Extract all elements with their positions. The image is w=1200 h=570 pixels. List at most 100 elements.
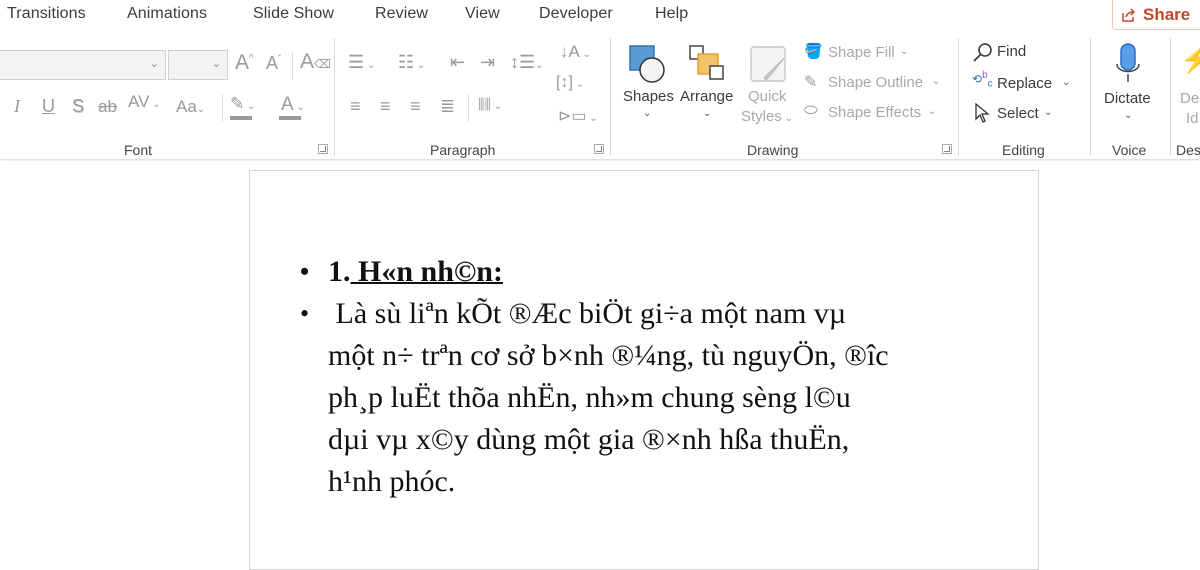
- dictate-button[interactable]: Dictate ⌄: [1098, 38, 1158, 132]
- chevron-down-icon: ⌄: [900, 46, 909, 57]
- tab-developer[interactable]: Developer: [539, 5, 613, 23]
- design-ideas-label-2: Id: [1186, 110, 1199, 127]
- shape-effects-button[interactable]: ⬭ Shape Effects ⌄: [802, 102, 952, 124]
- share-label: Share: [1143, 4, 1191, 24]
- shapes-label: Shapes: [623, 88, 674, 105]
- highlight-color-button[interactable]: ✎ ⌄: [230, 94, 255, 120]
- dictate-label: Dictate: [1104, 90, 1151, 107]
- designer-group-label: Des: [1176, 142, 1200, 158]
- change-case-button[interactable]: Aa⌄: [176, 97, 205, 117]
- underline-button[interactable]: U: [42, 96, 55, 117]
- align-text-button[interactable]: [↕] ⌄: [556, 74, 584, 92]
- line-spacing-button[interactable]: ↕☰⌄: [510, 52, 544, 73]
- find-button[interactable]: Find: [972, 40, 1042, 64]
- drawing-dialog-launcher-icon[interactable]: [942, 144, 952, 154]
- group-separator: [958, 38, 959, 156]
- microphone-icon: [1116, 43, 1140, 82]
- chevron-down-icon: ⌄: [928, 106, 937, 117]
- shape-effects-label: Shape Effects: [828, 104, 922, 121]
- quick-styles-label-2: Styles ⌄: [741, 108, 794, 125]
- shape-outline-label: Shape Outline: [828, 74, 924, 91]
- shadow-button[interactable]: S: [72, 96, 84, 117]
- ribbon: ⌄ ⌄ A^ Aˇ A⌫ I U S ab AV ⌄ Aa⌄ ✎ ⌄ A ⌄ F…: [0, 34, 1200, 160]
- slide[interactable]: 1. H«n nh©n: Là sù liªn kÕt ®Æc biÖt gi÷…: [249, 170, 1039, 570]
- arrange-label: Arrange: [680, 88, 734, 105]
- find-label: Find: [997, 43, 1027, 60]
- menu-bar: Transitions Animations Slide Show Review…: [0, 0, 1200, 34]
- align-left-icon[interactable]: ≡: [350, 96, 361, 117]
- body-bullet: Là sù liªn kÕt ®Æc biÖt gi÷a một nam vµ …: [300, 293, 1000, 503]
- font-dialog-launcher-icon[interactable]: [318, 144, 328, 154]
- editing-group-label: Editing: [1002, 142, 1045, 158]
- group-separator: [1170, 38, 1171, 156]
- convert-smartart-button[interactable]: ⊳▭ ⌄: [558, 106, 598, 126]
- paragraph-dialog-launcher-icon[interactable]: [594, 144, 604, 154]
- character-spacing-button[interactable]: AV ⌄: [128, 92, 161, 112]
- shapes-button[interactable]: Shapes ⌄: [620, 40, 676, 132]
- quick-styles-label: Quick: [748, 88, 787, 105]
- shape-fill-label: Shape Fill: [828, 44, 895, 61]
- design-ideas-label: De: [1180, 90, 1200, 107]
- numbering-icon: ☷: [398, 52, 415, 72]
- body-line: Là sù liªn kÕt ®Æc biÖt gi÷a một nam vµ: [328, 297, 847, 330]
- increase-indent-icon[interactable]: ⇥: [480, 52, 495, 73]
- chevron-down-icon: ⌄: [1062, 77, 1071, 88]
- arrange-button[interactable]: Arrange ⌄: [678, 40, 738, 132]
- heading-text: H«n nh©n:: [350, 255, 503, 288]
- cursor-arrow-icon: [975, 103, 990, 123]
- font-size-combo[interactable]: ⌄: [168, 50, 228, 80]
- chevron-down-icon: ⌄: [211, 57, 221, 70]
- line-spacing-icon: ↕☰: [510, 52, 536, 72]
- tab-view[interactable]: View: [465, 5, 500, 23]
- increase-font-size-icon[interactable]: A^: [235, 51, 254, 75]
- select-label: Select: [997, 105, 1039, 122]
- numbering-button[interactable]: ☷ ⌄: [398, 52, 425, 73]
- tab-slide-show[interactable]: Slide Show: [253, 5, 334, 23]
- pencil-outline-icon: ✎: [804, 74, 818, 91]
- chevron-down-icon: ⌄: [149, 57, 159, 70]
- select-button[interactable]: Select ⌄: [972, 100, 1072, 126]
- slide-text-box[interactable]: 1. H«n nh©n: Là sù liªn kÕt ®Æc biÖt gi÷…: [300, 251, 1000, 503]
- strikethrough-button[interactable]: ab: [98, 97, 117, 117]
- chevron-down-icon: ⌄: [643, 108, 652, 119]
- align-center-icon[interactable]: ≡: [380, 96, 391, 117]
- drawing-group-label: Drawing: [747, 142, 799, 158]
- search-icon: [973, 43, 992, 62]
- body-line: một n÷ trªn cơ sở b×nh ®¼ng, tù nguyÖn, …: [328, 339, 889, 372]
- align-right-icon[interactable]: ≡: [410, 96, 421, 117]
- body-line: ph¸p luËt thõa nhËn, nh»m chung sèng l©u: [328, 381, 851, 414]
- justify-icon[interactable]: ≣: [440, 96, 455, 117]
- columns-button[interactable]: ⫼⫼ ⌄: [478, 96, 502, 113]
- font-color-button[interactable]: A ⌄: [279, 94, 305, 120]
- tab-help[interactable]: Help: [655, 5, 688, 23]
- quick-styles-button[interactable]: Quick Styles ⌄: [740, 40, 798, 132]
- clear-formatting-icon[interactable]: A⌫: [300, 50, 331, 74]
- group-separator: [334, 38, 335, 156]
- text-direction-button[interactable]: ↓A ⌄: [560, 42, 591, 62]
- bullets-icon: ☰: [348, 52, 365, 72]
- paragraph-group-label: Paragraph: [430, 142, 496, 158]
- replace-icon: ⟲bc: [972, 70, 993, 90]
- decrease-font-size-icon[interactable]: Aˇ: [266, 53, 281, 74]
- body-line: dµi vµ x©y dùng một gia ®×nh hßa thuËn,: [328, 423, 850, 456]
- tab-animations[interactable]: Animations: [127, 5, 207, 23]
- replace-button[interactable]: ⟲bc Replace ⌄: [970, 70, 1080, 96]
- body-line: h¹nh phóc.: [328, 465, 456, 498]
- share-icon: [1122, 7, 1136, 22]
- text-direction-icon: ↓A: [560, 42, 580, 61]
- tab-transitions[interactable]: Transitions: [7, 5, 86, 23]
- heading-bullet: 1. H«n nh©n:: [300, 251, 1000, 293]
- share-button[interactable]: Share: [1112, 0, 1200, 30]
- tab-review[interactable]: Review: [375, 5, 428, 23]
- decrease-indent-icon[interactable]: ⇤: [450, 52, 465, 73]
- highlighter-icon: ✎: [230, 94, 245, 113]
- bullets-button[interactable]: ☰ ⌄: [348, 52, 375, 73]
- shape-fill-button[interactable]: 🪣 Shape Fill ⌄: [802, 42, 942, 64]
- chevron-down-icon: ⌄: [932, 76, 941, 87]
- design-ideas-button[interactable]: ⚡ De Id: [1176, 40, 1200, 130]
- italic-button[interactable]: I: [14, 96, 20, 117]
- font-name-combo[interactable]: ⌄: [0, 50, 166, 80]
- shape-outline-button[interactable]: ✎ Shape Outline ⌄: [802, 72, 952, 94]
- design-ideas-icon: ⚡: [1180, 44, 1200, 74]
- chevron-down-icon: ⌄: [1044, 107, 1053, 118]
